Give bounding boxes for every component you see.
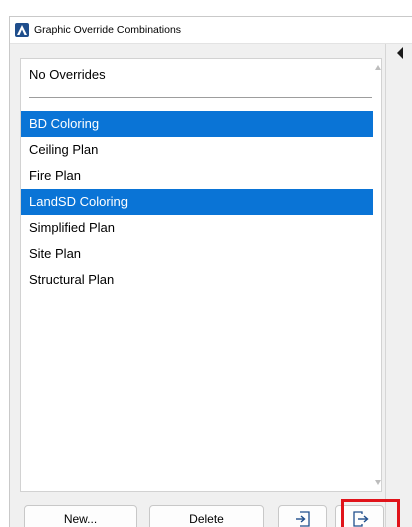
list-item[interactable]: Ceiling Plan (21, 137, 373, 163)
list-item[interactable]: Fire Plan (21, 163, 373, 189)
archicad-icon (15, 23, 29, 37)
list-item[interactable]: LandSD Coloring (21, 189, 373, 215)
title-bar: Graphic Override Combinations (10, 17, 412, 44)
list-item[interactable]: Structural Plan (21, 267, 373, 293)
list-divider (29, 97, 372, 98)
list-item[interactable]: BD Coloring (21, 111, 373, 137)
import-icon (295, 510, 310, 527)
delete-button[interactable]: Delete (149, 505, 264, 527)
list-item[interactable]: Site Plan (21, 241, 373, 267)
vertical-scrollbar[interactable] (373, 59, 382, 491)
window-title: Graphic Override Combinations (34, 24, 182, 36)
export-button-highlight (341, 499, 400, 527)
list-item-no-overrides[interactable]: No Overrides (29, 67, 106, 82)
list-items: BD Coloring Ceiling Plan Fire Plan LandS… (21, 111, 373, 293)
panel-divider (385, 44, 386, 527)
scroll-up-icon[interactable] (375, 65, 381, 70)
scroll-down-icon[interactable] (375, 480, 381, 485)
collapse-arrow-icon[interactable] (395, 46, 405, 60)
override-combinations-list[interactable]: No Overrides BD Coloring Ceiling Plan Fi… (20, 58, 382, 492)
list-item[interactable]: Simplified Plan (21, 215, 373, 241)
import-button[interactable] (278, 505, 327, 527)
graphic-override-combinations-window: Graphic Override Combinations No Overrid… (9, 16, 412, 527)
new-button[interactable]: New... (24, 505, 137, 527)
